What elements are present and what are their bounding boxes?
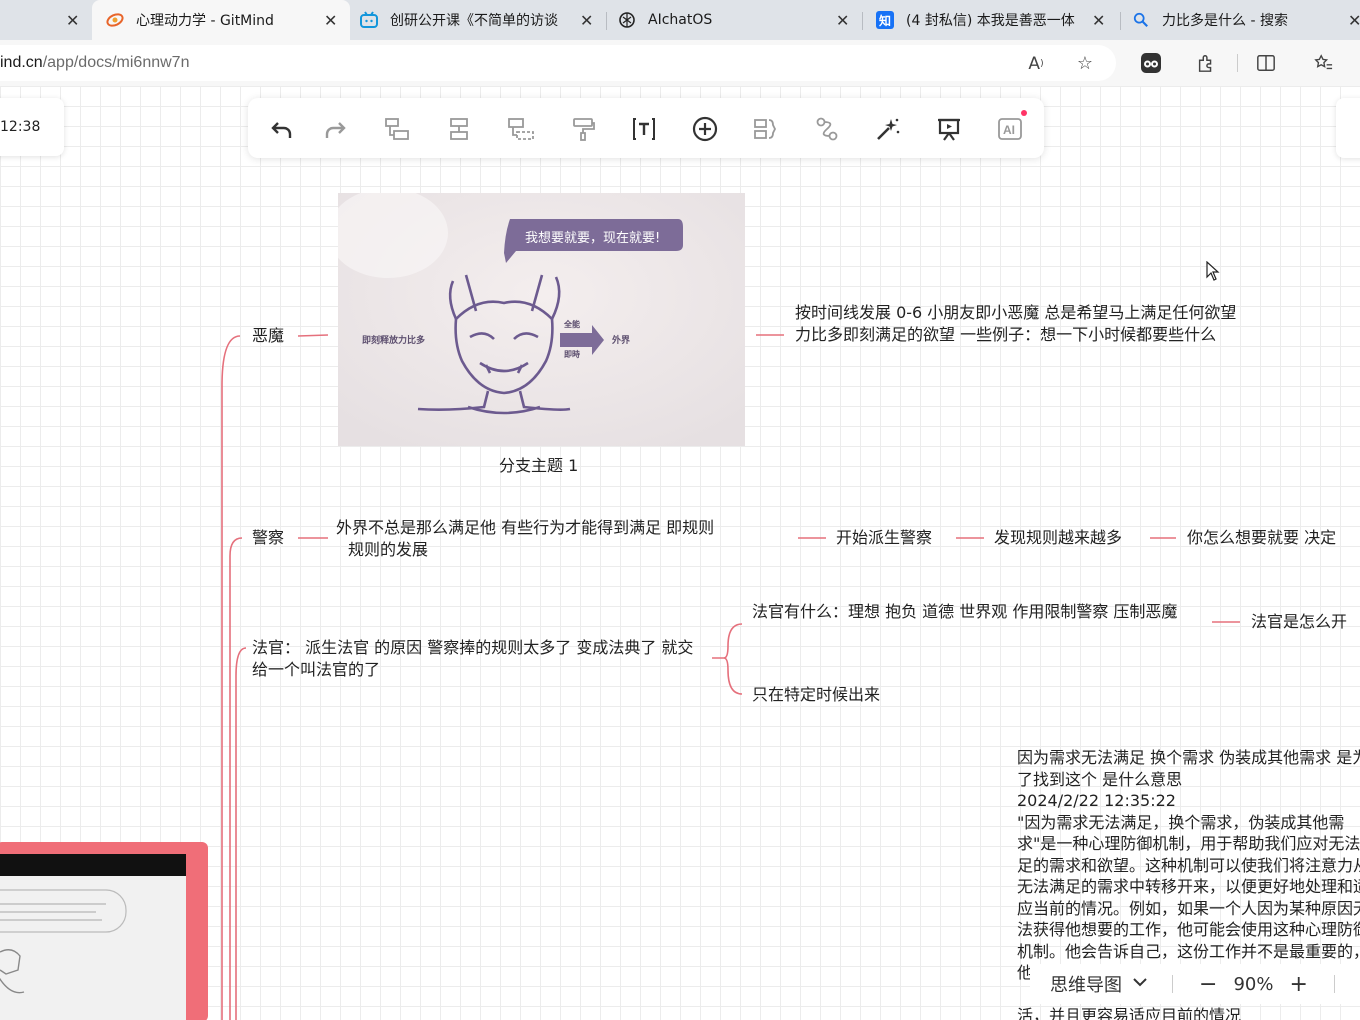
divider [1333,975,1335,993]
note-timestamp: 2024/2/22 12:35:22 [1017,791,1176,810]
extension-avatar-icon[interactable] [1139,51,1163,75]
tab-partial[interactable]: ✕ [60,0,90,40]
openai-icon [618,11,636,29]
zoom-out-icon[interactable]: − [1199,972,1217,997]
gitmind-icon [106,11,124,29]
tab-strip: ✕ 心理动力学 - GitMind ✕ 创研公开课《不简单的访谈 ✕ AIcha… [0,0,1360,40]
address-bar-row: ind.cn/app/docs/mi6nnw7n A) ☆ [0,40,1360,86]
tab-separator [606,12,607,30]
topic-judge[interactable]: 法官： 派生法官 的原因 警察捧的规则太多了 变成法典了 就交给一个叫法官的了 [252,637,700,681]
note-answer: "因为需求无法满足，换个需求，伪装成其他需求"是一种心理防御机制，用于帮助我们应… [1017,812,1360,983]
arrow-top-label: 全能 [564,320,580,329]
close-icon[interactable]: ✕ [1348,11,1360,30]
tab-title: 力比多是什么 - 搜索 [1162,13,1288,29]
topic-police-step1[interactable]: 开始派生警察 [836,527,932,549]
topic-image[interactable]: 我想要就要，现在就要! 即刻释放力比多 全能 即時 外界 [338,193,745,446]
tab-title: 创研公开课《不简单的访谈 [390,13,558,29]
tab-bilibili[interactable]: 创研公开课《不简单的访谈 ✕ [360,0,604,40]
ai-note[interactable]: 因为需求无法满足 换个需求 伪装成其他需求 是为了找到这个 是什么意思 2024… [1017,747,1360,984]
tab-separator [862,12,863,30]
read-aloud-icon[interactable]: A) [1024,52,1048,76]
url-host: ind.cn [0,54,43,71]
close-icon[interactable]: ✕ [66,11,79,30]
topic-judge-child2[interactable]: 只在特定时候出来 [752,684,880,706]
topic-police[interactable]: 警察 [252,527,284,549]
chevron-down-icon[interactable] [1132,974,1148,994]
zhihu-icon: 知 [876,11,894,29]
zoom-level: 90% [1233,973,1274,995]
police-desc-line2: 规则的发展 [348,540,429,559]
search-icon [1132,11,1150,29]
url-text[interactable]: ind.cn/app/docs/mi6nnw7n [0,54,189,72]
topic-judge-child1-next[interactable]: 法官是怎么开 [1251,611,1347,633]
close-icon[interactable]: ✕ [324,11,337,30]
arrow-bottom-label: 即時 [564,350,580,359]
address-bar[interactable]: ind.cn/app/docs/mi6nnw7n [0,45,1116,81]
close-icon[interactable]: ✕ [836,11,849,30]
thumbnail-header [0,854,186,876]
left-label: 即刻释放力比多 [362,336,426,346]
mindmap-canvas[interactable]: 12:38 AI 我想要就要，现在就要! 即刻释放力比多 全能 即時 外界 分支… [0,86,1360,1020]
speech-bubble-text: 我想要就要，现在就要! [525,231,661,246]
toolbar-divider [1237,54,1238,72]
tab-search[interactable]: 力比多是什么 - 搜索 ✕ [1132,0,1360,40]
image-topic-caption[interactable]: 分支主题 1 [499,455,578,477]
thumbnail-illustration [0,889,127,994]
topic-judge-child1[interactable]: 法官有什么：理想 抱负 道德 世界观 作用限制警察 压制恶魔 [752,601,1200,623]
right-label: 外界 [612,336,631,346]
view-mode-select[interactable]: 思维导图 [1050,971,1122,997]
thumbnail-image[interactable] [0,842,208,1020]
favorites-icon[interactable] [1311,51,1335,75]
url-path: /app/docs/mi6nnw7n [42,54,190,71]
topic-police-description[interactable]: 外界不总是那么满足他 有些行为才能得到满足 即规则 规则的发展 [336,517,714,561]
close-icon[interactable]: ✕ [1092,11,1105,30]
topic-demon[interactable]: 恶魔 [252,325,284,347]
tab-title: 心理动力学 - GitMind [136,13,274,29]
view-controls: 思维导图 − 90% + [1030,964,1360,1004]
topic-demon-description[interactable]: 按时间线发展 0-6 小朋友即小恶魔 总是希望马上满足任何欲望 力比多即刻满足的… [795,302,1237,346]
tab-title: AIchatOS [648,12,713,28]
tab-title: (4 封私信) 本我是善恶一体 [906,13,1075,29]
thumbnail-content [0,854,186,1020]
divider [1172,975,1173,993]
tab-aichatos[interactable]: AIchatOS ✕ [618,0,858,40]
note-question: 因为需求无法满足 换个需求 伪装成其他需求 是为了找到这个 是什么意思 [1017,748,1360,789]
tab-zhihu[interactable]: 知 (4 封私信) 本我是善恶一体 ✕ [876,0,1116,40]
favorite-star-icon[interactable]: ☆ [1073,51,1097,75]
note-tail: 活，并且更容易适应目前的情况 [1017,1006,1242,1020]
split-screen-icon[interactable] [1254,51,1278,75]
close-icon[interactable]: ✕ [580,11,593,30]
zoom-in-icon[interactable]: + [1289,972,1307,997]
topic-police-step2[interactable]: 发现规则越来越多 [994,527,1122,549]
topic-police-step3[interactable]: 你怎么想要就要 决定 [1187,527,1336,549]
tab-separator [1120,12,1121,30]
tab-gitmind[interactable]: 心理动力学 - GitMind ✕ [92,0,350,40]
police-desc-line1: 外界不总是那么满足他 有些行为才能得到满足 即规则 [336,518,715,537]
bilibili-icon [360,11,378,29]
extensions-puzzle-icon[interactable] [1194,51,1218,75]
mouse-cursor-icon [1206,261,1220,281]
